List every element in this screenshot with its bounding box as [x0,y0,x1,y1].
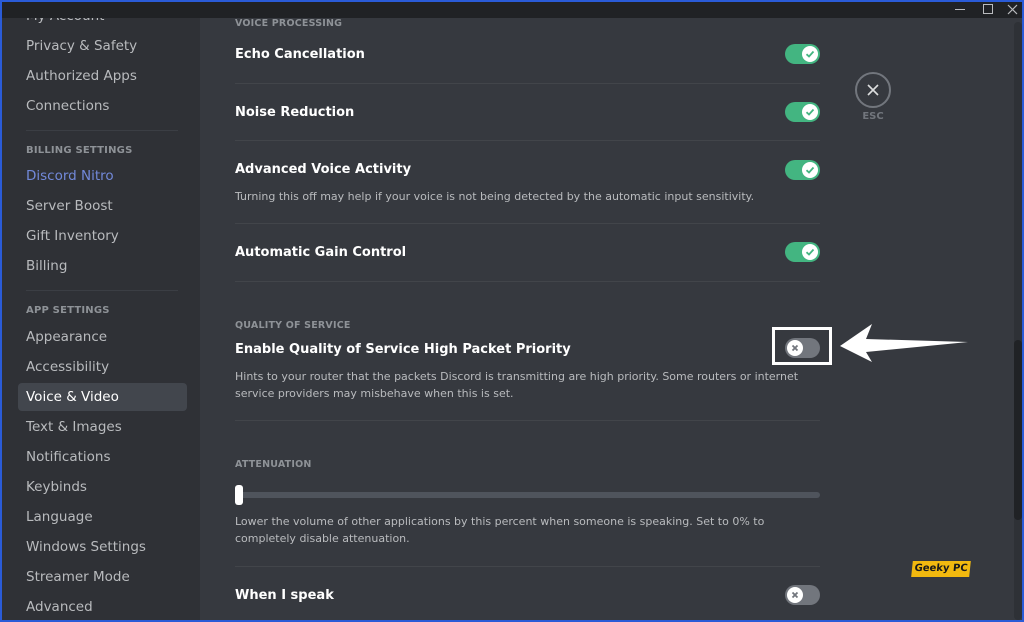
check-icon [805,50,815,58]
sidebar-item-windows-settings[interactable]: Windows Settings [18,533,187,561]
watermark-logo: Geeky PC [911,561,971,577]
toggle-knob [802,104,818,120]
sidebar-item-text-images[interactable]: Text & Images [18,413,187,441]
scrollbar-thumb[interactable] [1014,340,1022,520]
qos-description: Hints to your router that the packets Di… [235,370,799,400]
divider [235,420,820,421]
echo-cancellation-toggle[interactable] [785,44,820,64]
close-icon [1007,4,1017,15]
automatic-gain-control-label: Automatic Gain Control [235,245,407,260]
sidebar-item-advanced[interactable]: Advanced [18,593,187,621]
sidebar-item-server-boost[interactable]: Server Boost [18,192,187,220]
sidebar-item-language[interactable]: Language [18,503,187,531]
sidebar-item-discord-nitro[interactable]: Discord Nitro [18,162,187,190]
advanced-voice-activity-toggle[interactable] [785,160,820,180]
annotation-arrow-icon [840,324,968,362]
noise-reduction-toggle[interactable] [785,102,820,122]
divider [235,140,820,141]
echo-cancellation-label: Echo Cancellation [235,47,365,62]
toggle-knob [802,244,818,260]
voice-video-settings: VOICE PROCESSING Echo Cancellation Noise… [200,0,1024,622]
sidebar-item-gift-inventory[interactable]: Gift Inventory [18,222,187,250]
sidebar-item-connections[interactable]: Connections [18,92,187,120]
toggle-knob [802,162,818,178]
sidebar-item-accessibility[interactable]: Accessibility [18,353,187,381]
maximize-icon [983,4,993,14]
sidebar-item-privacy-safety[interactable]: Privacy & Safety [18,32,187,60]
app-settings-header: APP SETTINGS [26,305,110,316]
divider [235,83,820,84]
sidebar-item-keybinds[interactable]: Keybinds [18,473,187,501]
noise-reduction-label: Noise Reduction [235,105,355,120]
qos-label: Enable Quality of Service High Packet Pr… [235,342,571,357]
automatic-gain-control-toggle[interactable] [785,242,820,262]
when-i-speak-label: When I speak [235,588,334,603]
sidebar-item-authorized-apps[interactable]: Authorized Apps [18,62,187,90]
esc-close-button[interactable] [855,72,891,108]
scrollbar-track[interactable] [1014,22,1022,620]
attenuation-slider[interactable] [235,492,820,498]
attenuation-slider-handle[interactable] [235,485,243,505]
x-icon [791,591,799,599]
minimize-icon [955,9,965,10]
sidebar-item-streamer-mode[interactable]: Streamer Mode [18,563,187,591]
annotation-highlight-box [772,327,832,365]
maximize-button[interactable] [976,0,1000,18]
check-icon [805,248,815,256]
advanced-voice-activity-label: Advanced Voice Activity [235,162,412,177]
sidebar-divider [26,290,178,291]
sidebar-item-voice-video[interactable]: Voice & Video [18,383,187,411]
attenuation-header: ATTENUATION [235,459,312,470]
advanced-voice-activity-description: Turning this off may help if your voice … [235,190,755,203]
sidebar-divider [26,130,178,131]
sidebar-item-appearance[interactable]: Appearance [18,323,187,351]
minimize-button[interactable] [948,0,972,18]
when-i-speak-toggle[interactable] [785,585,820,605]
title-bar [0,0,1024,18]
toggle-knob [787,587,803,603]
check-icon [805,166,815,174]
toggle-knob [802,46,818,62]
billing-settings-header: BILLING SETTINGS [26,145,133,156]
divider [235,566,820,567]
esc-label: ESC [862,111,884,122]
voice-processing-header: VOICE PROCESSING [235,18,343,29]
check-icon [805,108,815,116]
settings-sidebar: My Account Privacy & Safety Authorized A… [0,0,200,622]
attenuation-description: Lower the volume of other applications b… [235,515,765,545]
divider [235,281,820,282]
close-icon [867,84,879,96]
divider [235,223,820,224]
quality-of-service-header: QUALITY OF SERVICE [235,320,351,331]
sidebar-item-billing[interactable]: Billing [18,252,187,280]
sidebar-item-notifications[interactable]: Notifications [18,443,187,471]
window-close-button[interactable] [1000,0,1024,18]
